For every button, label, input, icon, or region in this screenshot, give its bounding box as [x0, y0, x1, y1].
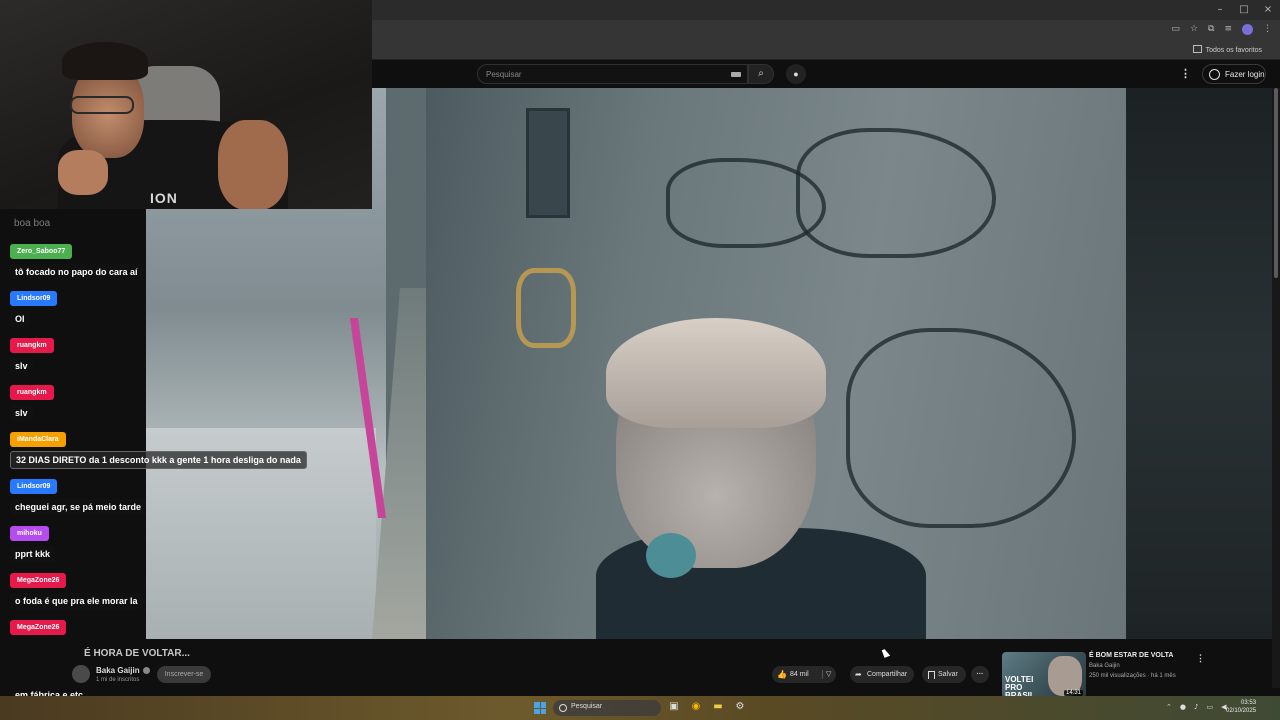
chat-username: MegaZone26 — [10, 620, 67, 635]
chat-message: Zero_Saboo77 tô focado no papo do cara aí — [10, 240, 143, 280]
windows-taskbar: Pesquisar ▣ ◉ ▬ ⚙ ⌃ ● ♪ ▭ ◀ 03:53 02/10/… — [0, 696, 1280, 720]
video-microphone — [646, 533, 696, 578]
clock-date: 02/10/2025 — [1226, 708, 1257, 714]
page-scrollbar[interactable] — [1272, 88, 1280, 688]
thumbnail-text: VOLTEI PRO BRASIL — [1005, 675, 1035, 699]
tray-mic-icon[interactable]: ♪ — [1194, 703, 1198, 711]
scrollbar-thumb[interactable] — [1274, 88, 1278, 278]
tray-app-icon[interactable]: ● — [1180, 703, 1186, 711]
chat-message: Lindsor09 OI — [10, 287, 58, 327]
recommended-video-thumbnail[interactable]: VOLTEI PRO BRASIL 14:31 — [1002, 652, 1086, 698]
start-menu-icon[interactable] — [534, 702, 546, 714]
subscribe-button[interactable]: Inscrever-se — [157, 666, 211, 683]
subscriber-count: 1 mi de inscritos — [96, 677, 140, 683]
chat-username: ruangkm — [10, 338, 54, 353]
chat-text: tô focado no papo do cara aí — [10, 264, 143, 280]
channel-avatar[interactable] — [72, 665, 90, 683]
chat-message: iMandaClara 32 DIAS DIRETO da 1 desconto … — [10, 428, 307, 469]
video-scene-window — [526, 108, 570, 218]
taskbar-search[interactable]: Pesquisar — [553, 700, 661, 716]
search-placeholder: Pesquisar — [486, 70, 522, 79]
recommended-more-icon[interactable]: ⋮ — [1196, 653, 1205, 664]
chat-text: slv — [10, 405, 33, 421]
file-explorer-icon[interactable]: ▬ — [711, 700, 725, 714]
chat-message: mihoku pprt kkk — [10, 522, 56, 562]
chrome-icon[interactable]: ◉ — [689, 700, 703, 714]
minimize-button[interactable]: – — [1208, 0, 1232, 20]
chat-message: ruangkm slv — [10, 334, 54, 374]
video-title: É HORA DE VOLTAR... — [84, 648, 190, 659]
close-button[interactable]: × — [1256, 0, 1280, 20]
chat-message: MegaZone26 o foda é que pra ele morar la — [10, 569, 143, 609]
chat-faded-message: boa boa — [14, 218, 51, 229]
voice-search-button[interactable]: ● — [786, 64, 806, 84]
channel-name-text: Baka Gaijin — [96, 666, 140, 675]
video-person-hair — [606, 318, 826, 428]
mic-icon: ● — [793, 69, 799, 79]
chat-username: Zero_Saboo77 — [10, 244, 73, 259]
webcam-shirt-text: ION — [150, 190, 178, 206]
dislike-icon[interactable]: ▽ — [822, 670, 832, 679]
video-info-bar: É HORA DE VOLTAR... Baka Gaijin 1 mi de … — [0, 640, 1272, 698]
cast-icon[interactable]: ▭ — [1171, 24, 1180, 35]
chat-username: ruangkm — [10, 385, 54, 400]
chat-text: 32 DIAS DIRETO da 1 desconto kkk a gente… — [10, 451, 307, 469]
webcam-arm — [218, 120, 288, 209]
media-icon[interactable]: ≡ — [1224, 24, 1232, 35]
chat-text: slv — [10, 358, 33, 374]
chat-text: cheguei agr, se pá meio tarde — [10, 499, 147, 515]
save-button[interactable]: Salvar — [922, 666, 966, 683]
profile-avatar[interactable] — [1242, 24, 1253, 35]
stream-chat-overlay: boa boa Zero_Saboo77 tô focado no papo do… — [0, 209, 307, 703]
task-view-icon[interactable]: ▣ — [667, 700, 681, 714]
settings-menu-icon[interactable]: ⋮ — [1180, 67, 1191, 81]
webcam-glasses — [70, 96, 134, 114]
recommended-channel-name[interactable]: Baka Gaijin — [1089, 663, 1120, 669]
taskbar-clock[interactable]: 03:53 02/10/2025 — [1226, 699, 1256, 715]
chat-username: iMandaClara — [10, 432, 66, 447]
user-icon — [1209, 69, 1220, 80]
settings-gear-icon[interactable]: ⚙ — [733, 700, 747, 714]
chat-text: pprt kkk — [10, 546, 56, 562]
search-icon: ⌕ — [758, 68, 764, 79]
chat-username: Lindsor09 — [10, 479, 58, 494]
window-controls: – □ × — [1208, 0, 1280, 20]
search-input[interactable]: Pesquisar — [477, 64, 748, 84]
video-side-panel — [1126, 88, 1272, 639]
search-button[interactable]: ⌕ — [748, 64, 774, 84]
verified-icon — [142, 667, 150, 674]
chat-text: o foda é que pra ele morar la — [10, 593, 143, 609]
all-bookmarks-button[interactable]: Todos os favoritos — [1193, 45, 1262, 54]
recommended-views: 250 mil visualizações · há 1 mês — [1089, 673, 1176, 679]
bookmark-star-icon[interactable]: ☆ — [1190, 24, 1198, 35]
chat-username: mihoku — [10, 526, 49, 541]
channel-name[interactable]: Baka Gaijin — [96, 666, 150, 675]
webcam-overlay: ION — [0, 0, 372, 209]
browser-menu-icon[interactable]: ⋮ — [1263, 24, 1272, 35]
graffiti-yellow — [516, 268, 576, 348]
tray-chevron-icon[interactable]: ⌃ — [1166, 703, 1172, 711]
chat-message: ruangkm slv — [10, 381, 54, 421]
webcam-hair — [62, 42, 148, 80]
browser-toolbar-icons: ▭ ☆ ⧉ ≡ ⋮ — [1171, 24, 1272, 35]
keyboard-icon[interactable] — [731, 72, 741, 77]
youtube-header: Pesquisar ⌕ ● ⋮ Fazer login — [372, 60, 1280, 88]
clock-time: 03:53 — [1241, 700, 1257, 706]
login-label: Fazer login — [1225, 70, 1265, 79]
more-actions-icon[interactable]: ··· — [971, 666, 989, 683]
login-button[interactable]: Fazer login — [1202, 64, 1266, 84]
chat-username: MegaZone26 — [10, 573, 67, 588]
recommended-video-title[interactable]: É BOM ESTAR DE VOLTA — [1089, 652, 1173, 659]
extensions-icon[interactable]: ⧉ — [1208, 24, 1214, 35]
chat-message: Lindsor09 cheguei agr, se pá meio tarde — [10, 475, 147, 515]
chat-username: Lindsor09 — [10, 291, 58, 306]
network-icon[interactable]: ▭ — [1206, 703, 1213, 711]
webcam-hand — [58, 150, 108, 195]
share-button[interactable]: Compartilhar — [850, 666, 914, 683]
maximize-button[interactable]: □ — [1232, 0, 1256, 20]
system-tray: ⌃ ● ♪ ▭ ◀ — [1166, 703, 1226, 711]
chat-text: OI — [10, 311, 30, 327]
